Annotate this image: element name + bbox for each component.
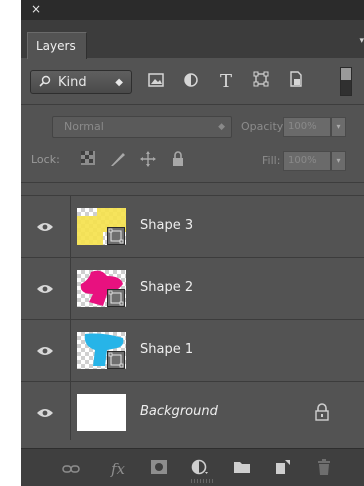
lock-label: Lock: — [31, 153, 60, 166]
filter-kind-select[interactable]: Kind ◆ — [30, 70, 132, 94]
shape-filter-icon[interactable] — [250, 71, 272, 93]
close-icon[interactable]: × — [31, 1, 41, 17]
eye-icon — [37, 223, 53, 231]
divider — [21, 182, 364, 183]
shape-layer-icon — [107, 351, 125, 369]
layer-name[interactable]: Shape 2 — [140, 280, 193, 295]
adjustment-layer-icon[interactable] — [189, 459, 211, 479]
layers-empty-area[interactable] — [21, 440, 364, 448]
search-icon — [39, 71, 51, 95]
bottom-toolbar: fx — [21, 448, 364, 486]
fx-icon[interactable]: fx — [107, 459, 129, 479]
fill-field[interactable]: 100% — [283, 151, 331, 171]
blend-mode-value: Normal — [64, 120, 104, 133]
layer-row[interactable]: Shape 1 — [21, 320, 364, 382]
smart-object-filter-icon[interactable] — [285, 71, 307, 93]
lock-position-icon[interactable] — [139, 151, 157, 169]
lock-all-icon[interactable] — [169, 151, 187, 169]
lock-icon[interactable] — [314, 403, 330, 421]
panel-menu-icon[interactable]: ▾ — [359, 36, 364, 46]
type-filter-icon[interactable]: T — [215, 71, 237, 93]
shape-layer-icon — [107, 227, 125, 245]
stepper-arrows-icon: ◆ — [115, 77, 123, 88]
layer-thumbnail — [77, 394, 126, 431]
visibility-toggle[interactable] — [21, 258, 71, 319]
filter-toggle-switch[interactable] — [340, 67, 352, 96]
trash-icon[interactable] — [313, 459, 335, 479]
visibility-toggle[interactable] — [21, 196, 71, 257]
link-layers-icon[interactable] — [60, 459, 82, 479]
shape-layer-icon — [107, 289, 125, 307]
layer-name[interactable]: Shape 3 — [140, 218, 193, 233]
layer-row[interactable]: Background — [21, 382, 364, 444]
divider — [21, 104, 364, 105]
fill-label: Fill: — [262, 154, 281, 167]
fill-dropdown-button[interactable]: ▾ — [331, 151, 346, 171]
new-layer-icon[interactable] — [272, 459, 294, 479]
panel-title-bar: × — [21, 0, 364, 20]
layer-name[interactable]: Shape 1 — [140, 342, 193, 357]
layers-panel: × Layers ▾ Kind ◆ T Normal ◆ Opacity: 10… — [21, 0, 364, 486]
group-folder-icon[interactable] — [231, 459, 253, 479]
adjustment-filter-icon[interactable] — [180, 71, 202, 93]
visibility-toggle[interactable] — [21, 320, 71, 381]
eye-icon — [37, 347, 53, 355]
filter-kind-label: Kind — [58, 75, 87, 90]
image-filter-icon[interactable] — [145, 71, 167, 93]
layer-name[interactable]: Background — [140, 404, 218, 419]
stepper-arrows-icon: ◆ — [218, 122, 225, 132]
layer-row[interactable]: Shape 2 — [21, 258, 364, 320]
eye-icon — [37, 409, 53, 417]
opacity-dropdown-button[interactable]: ▾ — [331, 117, 346, 137]
layer-mask-icon[interactable] — [148, 459, 170, 479]
resize-grip[interactable] — [191, 479, 215, 483]
opacity-label: Opacity: — [241, 120, 287, 133]
visibility-toggle[interactable] — [21, 382, 71, 443]
tab-layers[interactable]: Layers — [27, 32, 87, 59]
opacity-field[interactable]: 100% — [283, 117, 331, 137]
blend-mode-select[interactable]: Normal ◆ — [52, 116, 232, 138]
layer-row[interactable]: Shape 3 — [21, 196, 364, 258]
lock-transparent-pixels-icon[interactable] — [79, 151, 97, 169]
lock-image-pixels-icon[interactable] — [109, 151, 127, 169]
eye-icon — [37, 285, 53, 293]
